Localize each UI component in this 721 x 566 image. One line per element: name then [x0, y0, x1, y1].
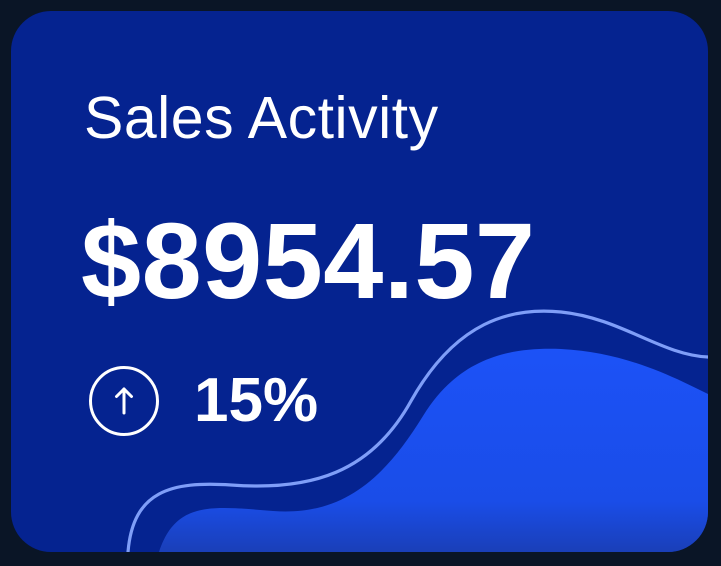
card-title: Sales Activity: [84, 85, 439, 151]
change-indicator: 15%: [88, 365, 318, 437]
sales-amount: $8954.57: [81, 200, 536, 321]
arrow-up-circle-icon: [89, 366, 159, 436]
change-percent: 15%: [194, 366, 319, 435]
sales-activity-card: Sales Activity $8954.57 15%: [11, 11, 708, 552]
